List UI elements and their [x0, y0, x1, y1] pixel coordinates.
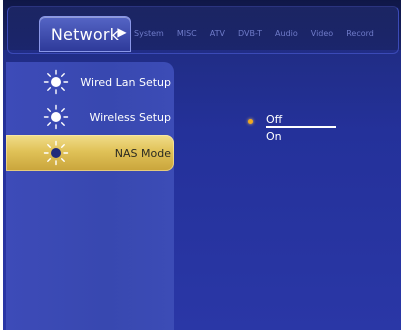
- sun-icon: [43, 69, 69, 95]
- tab-right-arrow-icon[interactable]: ▶: [117, 23, 127, 41]
- tab-system[interactable]: System: [134, 27, 164, 41]
- sun-icon: [43, 104, 69, 130]
- tab-video[interactable]: Video: [311, 27, 333, 41]
- menu-item-nas-mode[interactable]: NAS Mode: [6, 135, 174, 171]
- settings-menu: Wired Lan Setup Wireless Setup NAS Mode: [6, 62, 174, 330]
- tab-record[interactable]: Record: [346, 27, 374, 41]
- sun-icon: [43, 140, 69, 166]
- selected-bullet-icon: [248, 119, 253, 124]
- menu-item-wireless-setup[interactable]: Wireless Setup: [6, 99, 174, 135]
- tab-network-label: Network: [50, 24, 120, 44]
- tab-dvbt[interactable]: DVB-T: [238, 27, 262, 41]
- tab-misc[interactable]: MISC: [177, 27, 197, 41]
- tv-screen: ◀ Network ▶ System MISC ATV DVB-T Audio …: [3, 0, 401, 330]
- menu-item-label: Wired Lan Setup: [80, 75, 171, 89]
- tab-list: System MISC ATV DVB-T Audio Video Record: [134, 27, 387, 41]
- menu-item-label: Wireless Setup: [89, 110, 171, 124]
- tab-audio[interactable]: Audio: [275, 27, 298, 41]
- menu-item-wired-lan-setup[interactable]: Wired Lan Setup: [6, 64, 174, 100]
- tab-atv[interactable]: ATV: [210, 27, 225, 41]
- option-selection-underline: [266, 126, 336, 128]
- option-on[interactable]: On: [266, 130, 282, 143]
- option-off[interactable]: Off: [266, 113, 282, 126]
- menu-item-label: NAS Mode: [114, 146, 171, 160]
